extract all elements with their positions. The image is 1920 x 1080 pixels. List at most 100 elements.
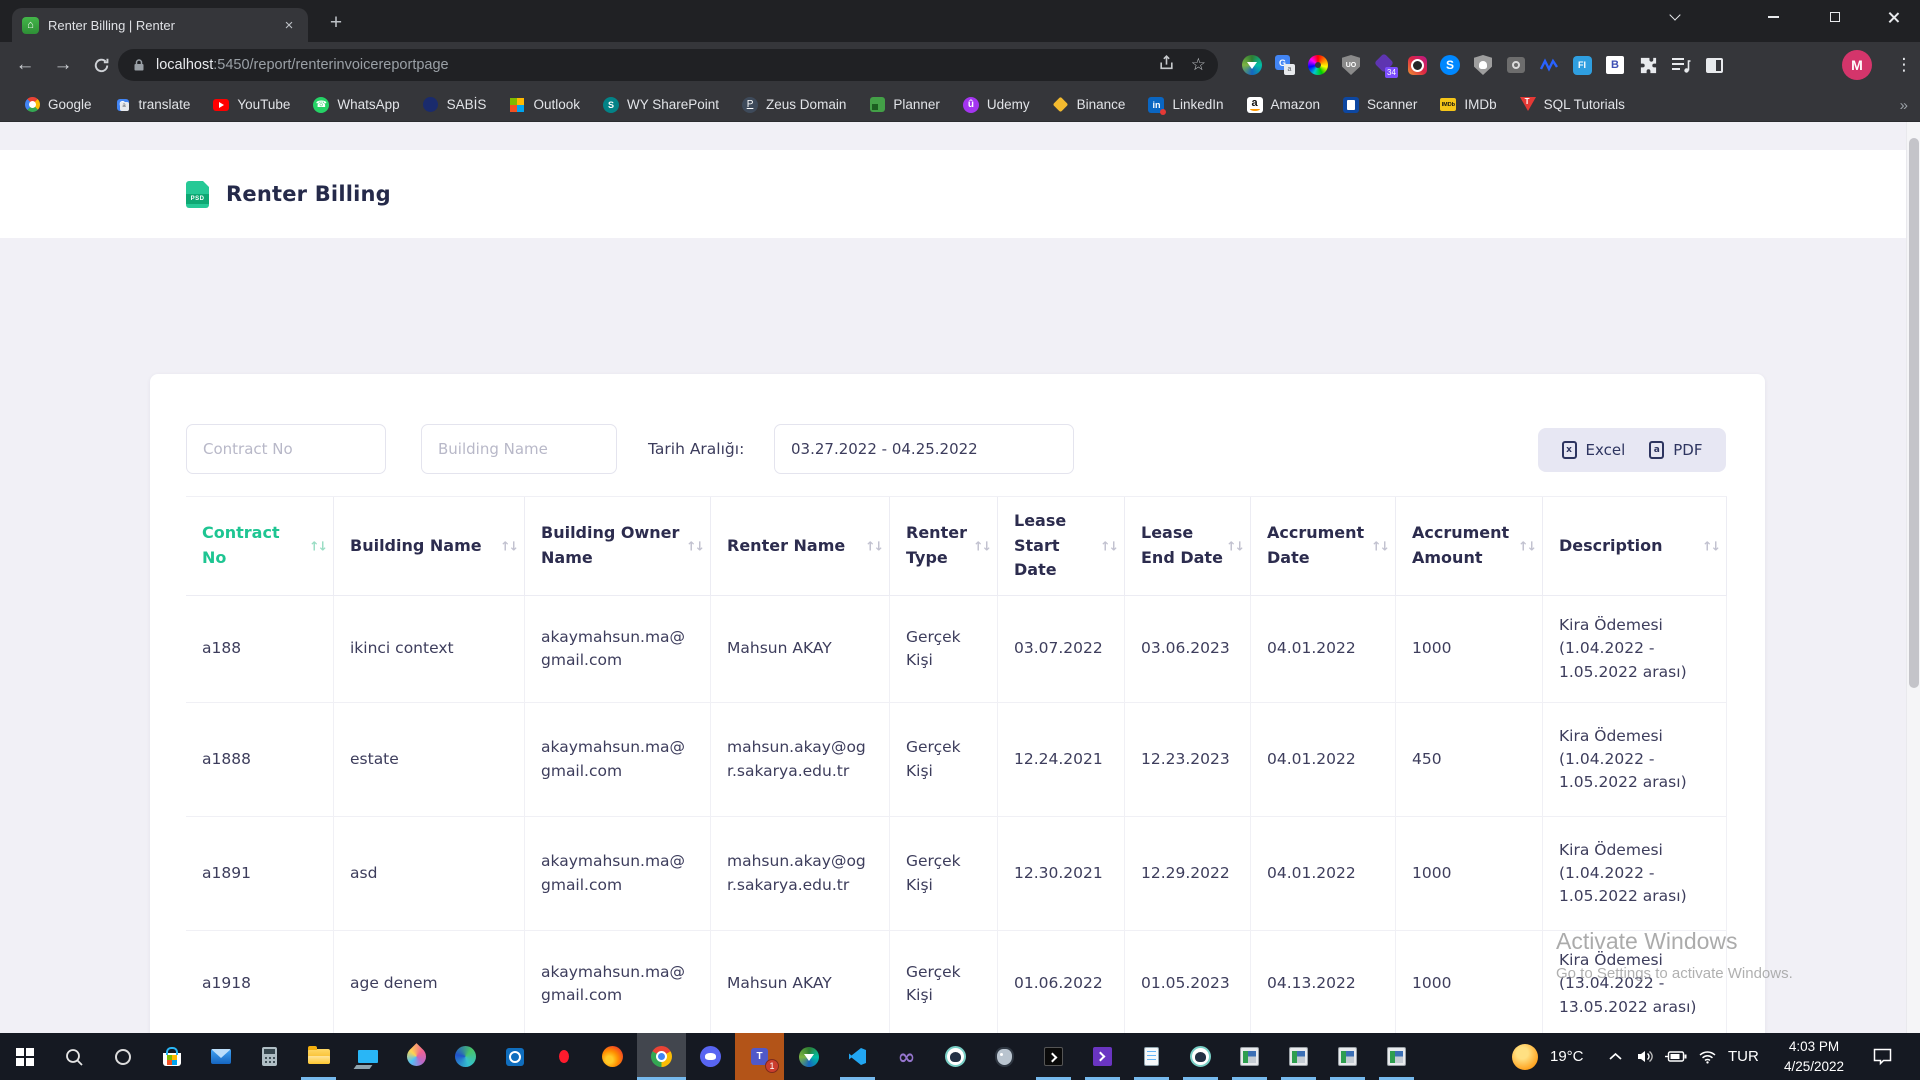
media-playlist-icon[interactable] <box>1669 53 1693 77</box>
reload-button[interactable] <box>84 42 118 88</box>
taskbar-outlook[interactable] <box>490 1033 539 1080</box>
col-header-building-owner-name[interactable]: Building Owner Name <box>525 497 711 595</box>
col-header-renter-name[interactable]: Renter Name <box>711 497 890 595</box>
temperature-label[interactable]: 19°C <box>1550 1033 1584 1080</box>
taskbar-cortana[interactable] <box>98 1033 147 1080</box>
weather-tray[interactable] <box>1512 1033 1538 1080</box>
col-header-lease-start-date[interactable]: Lease Start Date <box>998 497 1125 595</box>
start-button[interactable] <box>0 1033 49 1080</box>
taskbar-search[interactable] <box>49 1033 98 1080</box>
taskbar-this-pc[interactable] <box>343 1033 392 1080</box>
taskbar-edge[interactable] <box>441 1033 490 1080</box>
taskbar-opera[interactable] <box>539 1033 588 1080</box>
forward-button[interactable] <box>46 42 80 88</box>
google-translate-extension-icon[interactable] <box>1273 53 1297 77</box>
taskbar-pgadmin[interactable] <box>931 1033 980 1080</box>
bookmark-planner[interactable]: Planner <box>859 92 950 118</box>
taskbar-postgresql[interactable] <box>980 1033 1029 1080</box>
bookmark-binance[interactable]: Binance <box>1043 92 1136 118</box>
wifi-icon[interactable] <box>1698 1033 1717 1080</box>
taskbar-chrome[interactable] <box>637 1033 686 1080</box>
fi-extension-icon[interactable] <box>1570 53 1594 77</box>
idm-extension-icon[interactable] <box>1240 53 1264 77</box>
browser-tab[interactable]: Renter Billing | Renter <box>12 8 308 42</box>
page-scrollbar[interactable] <box>1906 122 1920 1033</box>
bookmark-scanner[interactable]: Scanner <box>1333 92 1427 118</box>
language-indicator[interactable]: TUR <box>1728 1033 1759 1080</box>
volume-icon[interactable] <box>1636 1033 1655 1080</box>
battery-icon[interactable] <box>1664 1033 1688 1080</box>
bookmark-whatsapp[interactable]: WhatsApp <box>303 92 409 118</box>
taskbar-ssms-3[interactable] <box>1323 1033 1372 1080</box>
bookmark-star-icon[interactable] <box>1191 55 1206 75</box>
window-maximize-button[interactable] <box>1812 0 1858 34</box>
pdf-export-button[interactable]: PDF <box>1649 441 1702 459</box>
bookmark-google[interactable]: Google <box>14 92 102 118</box>
clock[interactable]: 4:03 PM 4/25/2022 <box>1772 1033 1856 1080</box>
taskbar-cmd[interactable] <box>1029 1033 1078 1080</box>
col-header-description[interactable]: Description <box>1543 497 1727 595</box>
color-wheel-extension-icon[interactable] <box>1306 53 1330 77</box>
taskbar-terminal[interactable] <box>1078 1033 1127 1080</box>
taskbar-mail[interactable] <box>196 1033 245 1080</box>
share-icon[interactable] <box>1158 54 1175 76</box>
ublock-origin-extension-icon[interactable] <box>1339 53 1363 77</box>
extensions-puzzle-icon[interactable] <box>1636 53 1660 77</box>
camera-extension-icon[interactable] <box>1504 53 1528 77</box>
taskbar-file-explorer[interactable] <box>294 1033 343 1080</box>
building-name-input[interactable] <box>421 424 617 474</box>
bookmark-amazon[interactable]: Amazon <box>1237 92 1331 118</box>
taskbar-pgadmin-2[interactable] <box>1176 1033 1225 1080</box>
scrollbar-thumb[interactable] <box>1909 138 1919 688</box>
url-bar[interactable]: localhost:5450/report/renterinvoicerepor… <box>118 49 1218 81</box>
taskbar-teams[interactable]: 1 <box>735 1033 784 1080</box>
col-header-accrument-amount[interactable]: Accrument Amount <box>1396 497 1543 595</box>
bookmark-sabis[interactable]: SABİS <box>413 92 497 118</box>
taskbar-discord[interactable] <box>686 1033 735 1080</box>
ghostery-extension-icon[interactable] <box>1471 53 1495 77</box>
col-header-accrument-date[interactable]: Accrument Date <box>1251 497 1396 595</box>
col-header-building-name[interactable]: Building Name <box>334 497 525 595</box>
bookmark-youtube[interactable]: YouTube <box>203 92 300 118</box>
bookmark-zeus-domain[interactable]: Zeus Domain <box>732 92 856 118</box>
col-header-lease-end-date[interactable]: Lease End Date <box>1125 497 1251 595</box>
taskbar-ssms-1[interactable] <box>1225 1033 1274 1080</box>
bookmarks-overflow-icon[interactable] <box>1900 88 1908 122</box>
taskbar-paint-3d[interactable] <box>392 1033 441 1080</box>
bookmark-outlook[interactable]: Outlook <box>499 92 590 118</box>
taskbar-visual-studio[interactable] <box>882 1033 931 1080</box>
back-button[interactable] <box>8 42 42 88</box>
tab-close-icon[interactable] <box>280 16 298 34</box>
profile-avatar[interactable]: M <box>1842 50 1872 80</box>
window-minimize-button[interactable] <box>1750 0 1796 34</box>
taskbar-firefox[interactable] <box>588 1033 637 1080</box>
bookmark-linkedin[interactable]: LinkedIn <box>1138 92 1233 118</box>
sidebar-icon[interactable] <box>1702 53 1726 77</box>
lock-icon[interactable] <box>133 58 145 72</box>
wave-extension-icon[interactable] <box>1537 53 1561 77</box>
bookmark-translate[interactable]: translate <box>105 92 201 118</box>
window-close-button[interactable] <box>1870 0 1916 34</box>
contract-no-input[interactable] <box>186 424 386 474</box>
col-header-contract-no[interactable]: Contract No <box>186 497 334 595</box>
excel-export-button[interactable]: Excel <box>1562 441 1626 459</box>
taskbar-ssms-2[interactable] <box>1274 1033 1323 1080</box>
taskbar-store[interactable] <box>147 1033 196 1080</box>
window-menu-chevron-icon[interactable] <box>1652 0 1698 34</box>
bookmark-imdb[interactable]: IMDb <box>1430 92 1506 118</box>
b-extension-icon[interactable] <box>1603 53 1627 77</box>
bookmark-sharepoint[interactable]: WY SharePoint <box>593 92 729 118</box>
bookmark-sql-tutorials[interactable]: SQL Tutorials <box>1510 92 1635 118</box>
purple-badge-extension-icon[interactable]: 34 <box>1372 53 1396 77</box>
new-tab-button[interactable] <box>322 9 350 37</box>
date-range-input[interactable] <box>774 424 1074 474</box>
taskbar-idm[interactable] <box>784 1033 833 1080</box>
tray-chevron-icon[interactable] <box>1608 1033 1623 1080</box>
taskbar-calculator[interactable] <box>245 1033 294 1080</box>
browser-menu-icon[interactable] <box>1892 42 1916 88</box>
taskbar-notepad[interactable] <box>1127 1033 1176 1080</box>
bookmark-udemy[interactable]: Udemy <box>953 92 1040 118</box>
taskbar-vscode[interactable] <box>833 1033 882 1080</box>
taskbar-ssms-4[interactable] <box>1372 1033 1421 1080</box>
instagram-extension-icon[interactable] <box>1405 53 1429 77</box>
